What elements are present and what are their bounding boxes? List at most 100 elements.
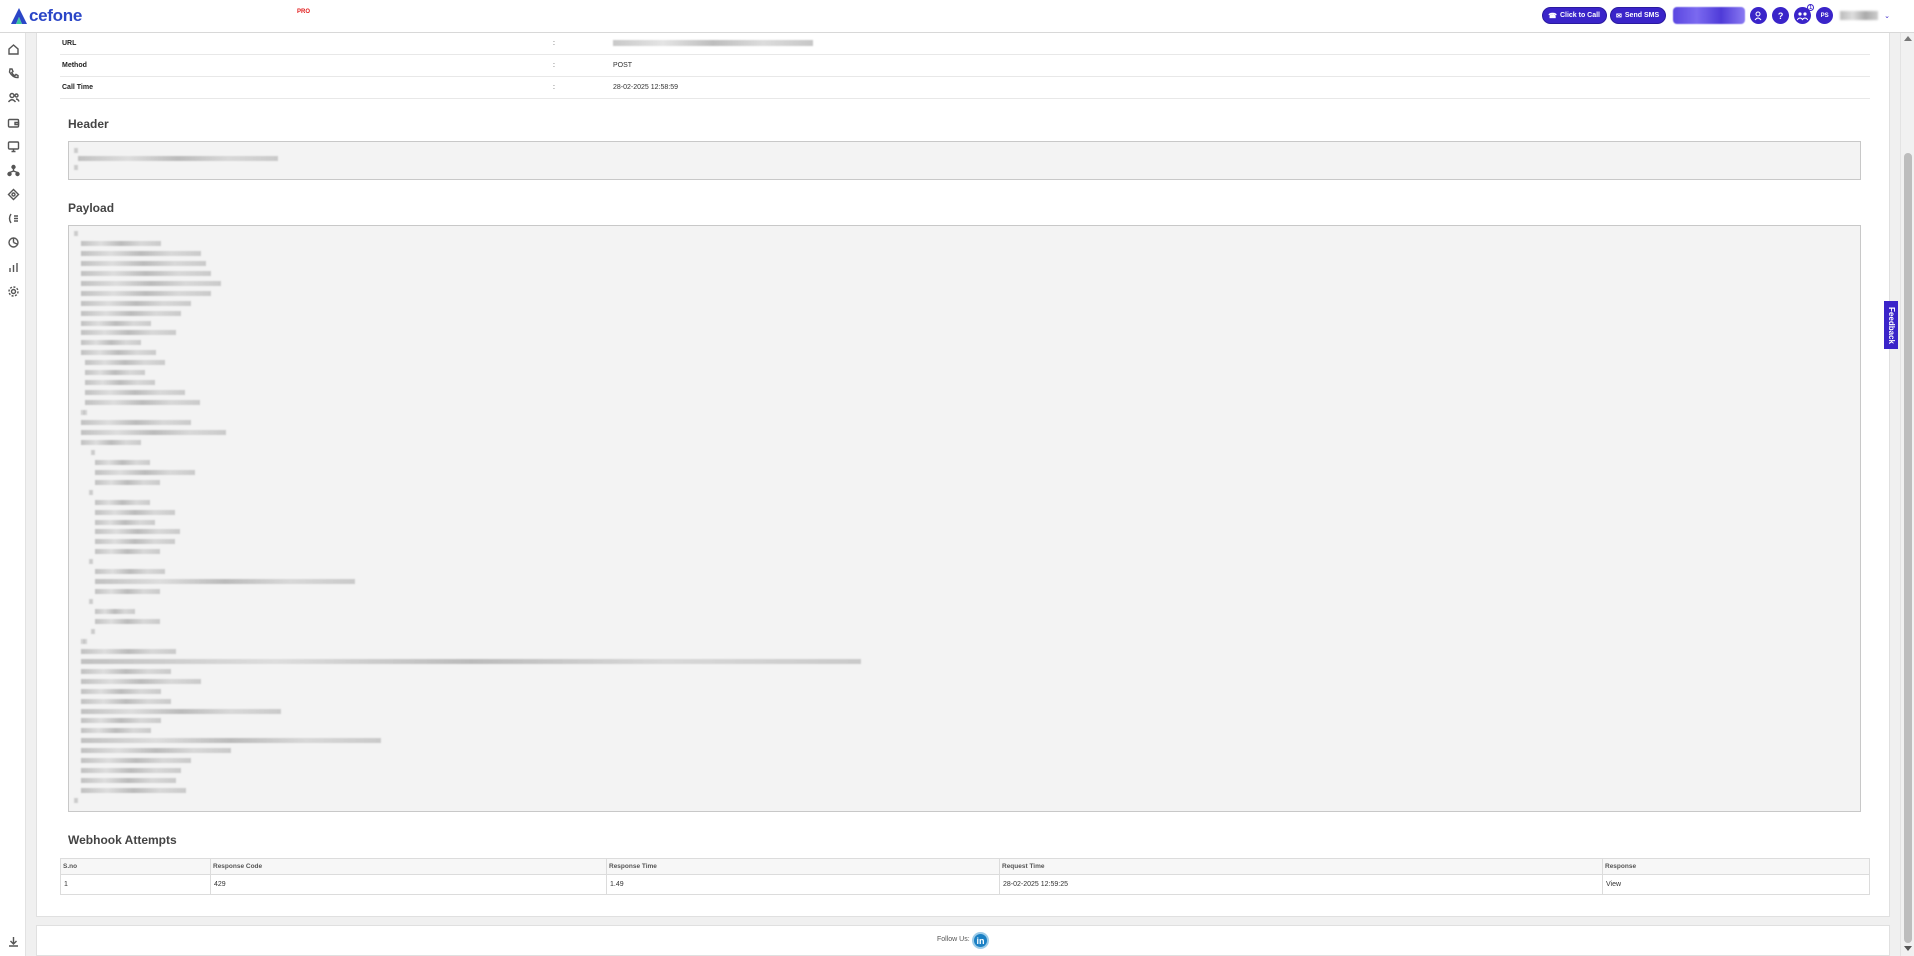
webhook-attempts-table: S.no Response Code Response Time Request… [60,858,1870,895]
feedback-tab[interactable]: Feedback [1884,301,1898,349]
redacted-payload-line [81,678,201,684]
contacts-icon[interactable] [7,91,20,104]
payload-section-title: Payload [68,201,115,215]
redacted-payload-line [81,420,191,426]
redacted-payload-line [81,260,206,266]
scroll-down-arrow-icon[interactable] [1904,946,1912,951]
redacted-payload-line [95,539,175,545]
redacted-payload-line [81,350,156,356]
column-header: Response Code [210,858,607,875]
redacted-payload-line [95,529,180,535]
analytics-icon[interactable] [7,236,20,249]
chevron-down-icon[interactable]: ⌄ [1884,12,1890,20]
header-code-block [68,141,1861,180]
redacted-payload-line [81,280,221,286]
footer: Follow Us: in [36,925,1890,956]
scroll-up-arrow-icon[interactable] [1904,36,1912,41]
home-icon[interactable] [7,43,20,56]
table-row: 1 429 1.49 28-02-2025 12:59:25 View [60,874,1870,895]
redacted-payload-line [81,240,161,246]
vertical-scrollbar[interactable] [1900,33,1914,956]
integrations-icon[interactable] [7,188,20,201]
redacted-payload-line [81,708,281,714]
redacted-payload-line [81,648,176,654]
method-value: POST [613,62,633,69]
redacted-payload-line [81,270,211,276]
separator: : [553,40,555,47]
network-icon[interactable] [7,164,20,177]
redacted-payload-line [74,231,78,236]
left-sidebar [0,33,26,956]
redacted-payload-line [81,668,171,674]
user-name[interactable] [1840,11,1879,20]
redacted-payload-line [95,499,150,505]
settings-icon[interactable] [7,285,20,298]
send-sms-button[interactable]: ✉ Send SMS [1610,7,1667,24]
redacted-payload-line [81,658,861,664]
redacted-payload-line [81,290,211,296]
redacted-payload-line [85,400,200,406]
agent-status-icon[interactable] [1750,7,1768,24]
webhook-attempts-title: Webhook Attempts [68,833,177,847]
redacted-payload-line [95,509,175,515]
redacted-payload-line [95,549,160,555]
separator: : [553,62,555,69]
redacted-payload-line [95,459,150,465]
redacted-payload-line [95,519,155,525]
url-row: URL : [60,33,1870,55]
header-section-title: Header [68,117,109,131]
redacted-payload-line [95,569,165,575]
call-time-label: Call Time [62,84,93,91]
redacted-payload-line [81,718,161,724]
ivr-icon[interactable] [7,212,20,225]
method-row: Method : POST [60,55,1870,77]
scrollbar-thumb[interactable] [1904,153,1912,943]
linkedin-icon[interactable]: in [972,932,989,949]
phone-icon[interactable] [7,67,20,80]
acefone-logo[interactable]: cefone [10,0,82,33]
plan-tag: PRO [297,9,311,15]
method-label: Method [62,62,87,69]
view-response-link[interactable]: View [1602,874,1870,895]
redacted-payload-line [81,788,186,794]
redacted-payload-line [95,618,160,624]
wallet-icon[interactable] [7,116,20,129]
send-sms-label: Send SMS [1624,12,1660,19]
column-header: Response [1602,858,1870,875]
click-to-call-label: Click to Call [1559,12,1601,19]
redacted-payload-line [85,360,165,366]
help-icon[interactable]: ? [1772,7,1790,24]
top-navigation-bar: cefone PRO ☎ Click to Call ✉ Send SMS ? … [0,0,1914,33]
table-cell: 28-02-2025 12:59:25 [999,874,1603,895]
mail-icon: ✉ [1616,12,1622,20]
redacted-payload-line [81,330,176,336]
click-to-call-button[interactable]: ☎ Click to Call [1542,7,1608,24]
redacted-payload-line [95,579,355,585]
redacted-payload-line [81,410,87,416]
brand-name: cefone [29,6,82,25]
column-header: S.no [60,858,211,875]
user-avatar[interactable]: PS [1816,7,1834,24]
notification-badge: 1 [1807,4,1815,11]
column-header: Request Time [999,858,1603,875]
feedback-label: Feedback [1886,306,1896,344]
table-cell: 1.49 [606,874,1000,895]
table-cell: 1 [60,874,211,895]
webhook-detail-card: URL : Method : POST Call Time : 28-02-20… [36,33,1890,917]
reports-icon[interactable] [7,261,20,274]
redacted-payload-line [81,300,191,306]
download-icon[interactable] [7,935,20,948]
redacted-payload-line [89,559,93,565]
redacted-payload-line [81,429,226,435]
call-time-value: 28-02-2025 12:58:59 [613,84,678,91]
redacted-payload-line [89,489,93,495]
separator: : [553,84,555,91]
redacted-payload-line [81,688,161,694]
account-balance-pill[interactable] [1673,7,1746,24]
redacted-payload-line [81,310,181,316]
team-notifications-icon[interactable]: 1 [1794,4,1815,24]
redacted-payload-line [95,589,160,595]
call-time-row: Call Time : 28-02-2025 12:58:59 [60,77,1870,99]
monitor-icon[interactable] [7,140,20,153]
follow-us-label: Follow Us: [937,936,970,943]
